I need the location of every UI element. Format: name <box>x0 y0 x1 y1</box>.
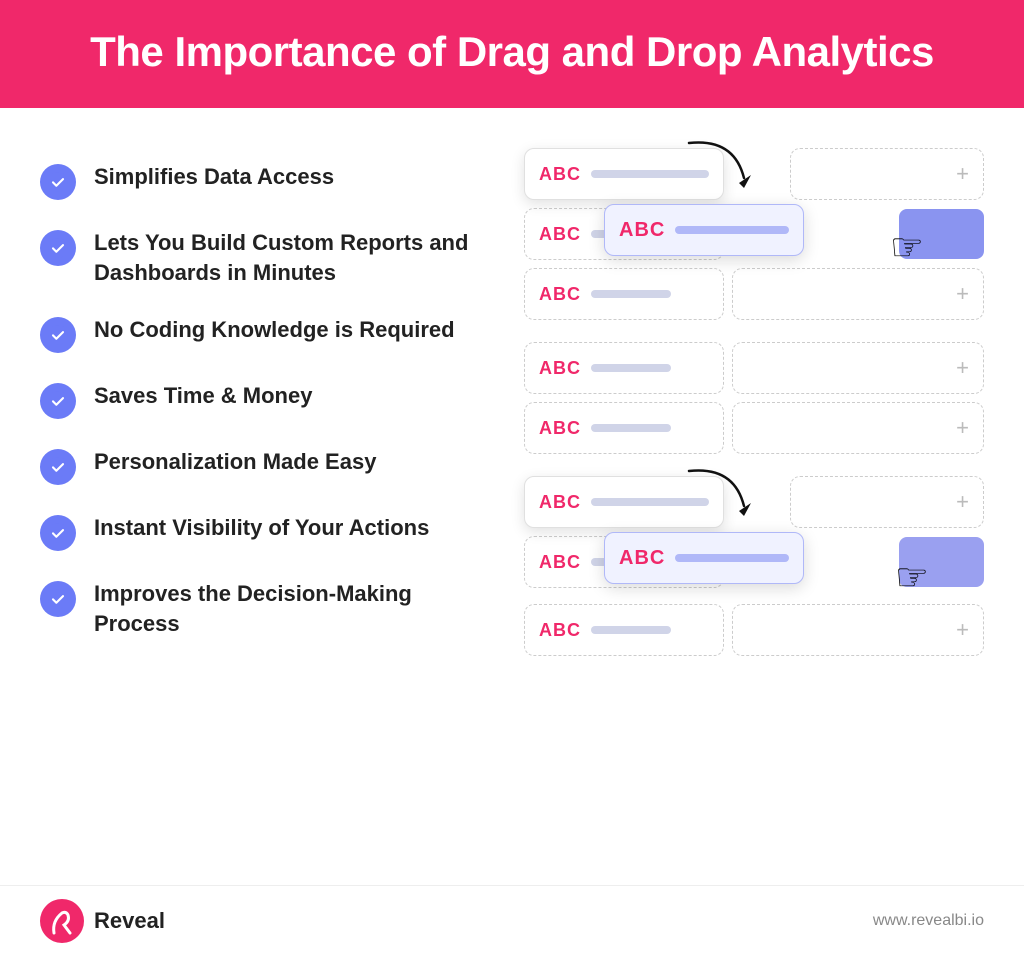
plus-icon: + <box>956 161 969 187</box>
plus-icon: + <box>956 489 969 515</box>
abc-label: ABC <box>539 358 581 379</box>
checklist-item-text: Instant Visibility of Your Actions <box>94 513 429 543</box>
abc-label: ABC <box>539 418 581 439</box>
top-drag-section: ABC + ABC <box>524 148 984 320</box>
footer: Reveal www.revealbi.io <box>0 885 1024 955</box>
hand-cursor-1: ☞ <box>890 225 924 270</box>
drop-zone-1: + <box>790 148 984 200</box>
plus-icon: + <box>956 415 969 441</box>
plus-icon: + <box>956 617 969 643</box>
abc-label: ABC <box>619 547 665 570</box>
list-item: Improves the Decision-Making Process <box>40 565 484 652</box>
drop-zone-5: + <box>732 402 984 454</box>
abc-label: ABC <box>539 492 581 513</box>
drag-arrow-svg <box>679 133 759 193</box>
list-item: Personalization Made Easy <box>40 433 484 499</box>
hand-cursor-2: ☞ <box>895 555 929 600</box>
checklist-item-text: Personalization Made Easy <box>94 447 376 477</box>
drop-zone-3: + <box>732 268 984 320</box>
abc-label: ABC <box>539 164 581 185</box>
abc-label: ABC <box>619 219 665 242</box>
panel-line <box>591 290 671 298</box>
checklist-item-text: Improves the Decision-Making Process <box>94 579 484 638</box>
logo-text: Reveal <box>94 908 165 934</box>
website-url: www.revealbi.io <box>873 912 984 930</box>
page-title: The Importance of Drag and Drop Analytic… <box>40 28 984 76</box>
drop-zone-4: + <box>732 342 984 394</box>
drag-panel-3: ABC <box>524 268 724 320</box>
dropped-panel-1: ABC <box>604 204 804 256</box>
list-item: Instant Visibility of Your Actions <box>40 499 484 565</box>
drag-drop-illustration: ABC + ABC <box>524 138 984 865</box>
reveal-logo-icon <box>40 899 84 943</box>
drop-zone-b1: + <box>790 476 984 528</box>
list-item: Saves Time & Money <box>40 367 484 433</box>
panel-line <box>591 626 671 634</box>
bottom-drag-section: ABC + ABC <box>524 476 984 656</box>
checklist-item-text: No Coding Knowledge is Required <box>94 315 455 345</box>
checklist-item-text: Saves Time & Money <box>94 381 312 411</box>
list-item: Simplifies Data Access <box>40 148 484 214</box>
checklist: Simplifies Data Access Lets You Build Cu… <box>40 138 484 865</box>
list-item: No Coding Knowledge is Required <box>40 301 484 367</box>
header: The Importance of Drag and Drop Analytic… <box>0 0 1024 108</box>
list-item: Lets You Build Custom Reports and Dashbo… <box>40 214 484 301</box>
drop-zone-b3: + <box>732 604 984 656</box>
check-icon <box>40 317 76 353</box>
plus-icon: + <box>956 281 969 307</box>
abc-label: ABC <box>539 284 581 305</box>
abc-label: ABC <box>539 620 581 641</box>
panel-line <box>591 424 671 432</box>
check-icon <box>40 230 76 266</box>
panel-line <box>591 364 671 372</box>
main-content: Simplifies Data Access Lets You Build Cu… <box>0 108 1024 885</box>
check-icon <box>40 515 76 551</box>
check-icon <box>40 449 76 485</box>
abc-label: ABC <box>539 224 581 245</box>
drag-drop-wrapper: ABC + ABC <box>524 138 984 666</box>
logo-area: Reveal <box>40 899 165 943</box>
plus-icon: + <box>956 355 969 381</box>
drag-arrow-svg-2 <box>679 461 759 521</box>
drag-panel-b3: ABC <box>524 604 724 656</box>
drag-panel-4: ABC <box>524 342 724 394</box>
check-icon <box>40 383 76 419</box>
check-icon <box>40 581 76 617</box>
dropped-panel-2: ABC <box>604 532 804 584</box>
panel-line <box>675 226 789 234</box>
drag-panel-5: ABC <box>524 402 724 454</box>
panel-line <box>675 554 789 562</box>
checklist-item-text: Lets You Build Custom Reports and Dashbo… <box>94 228 484 287</box>
middle-drag-section: ABC + ABC + <box>524 342 984 454</box>
checklist-item-text: Simplifies Data Access <box>94 162 334 192</box>
abc-label: ABC <box>539 552 581 573</box>
check-icon <box>40 164 76 200</box>
